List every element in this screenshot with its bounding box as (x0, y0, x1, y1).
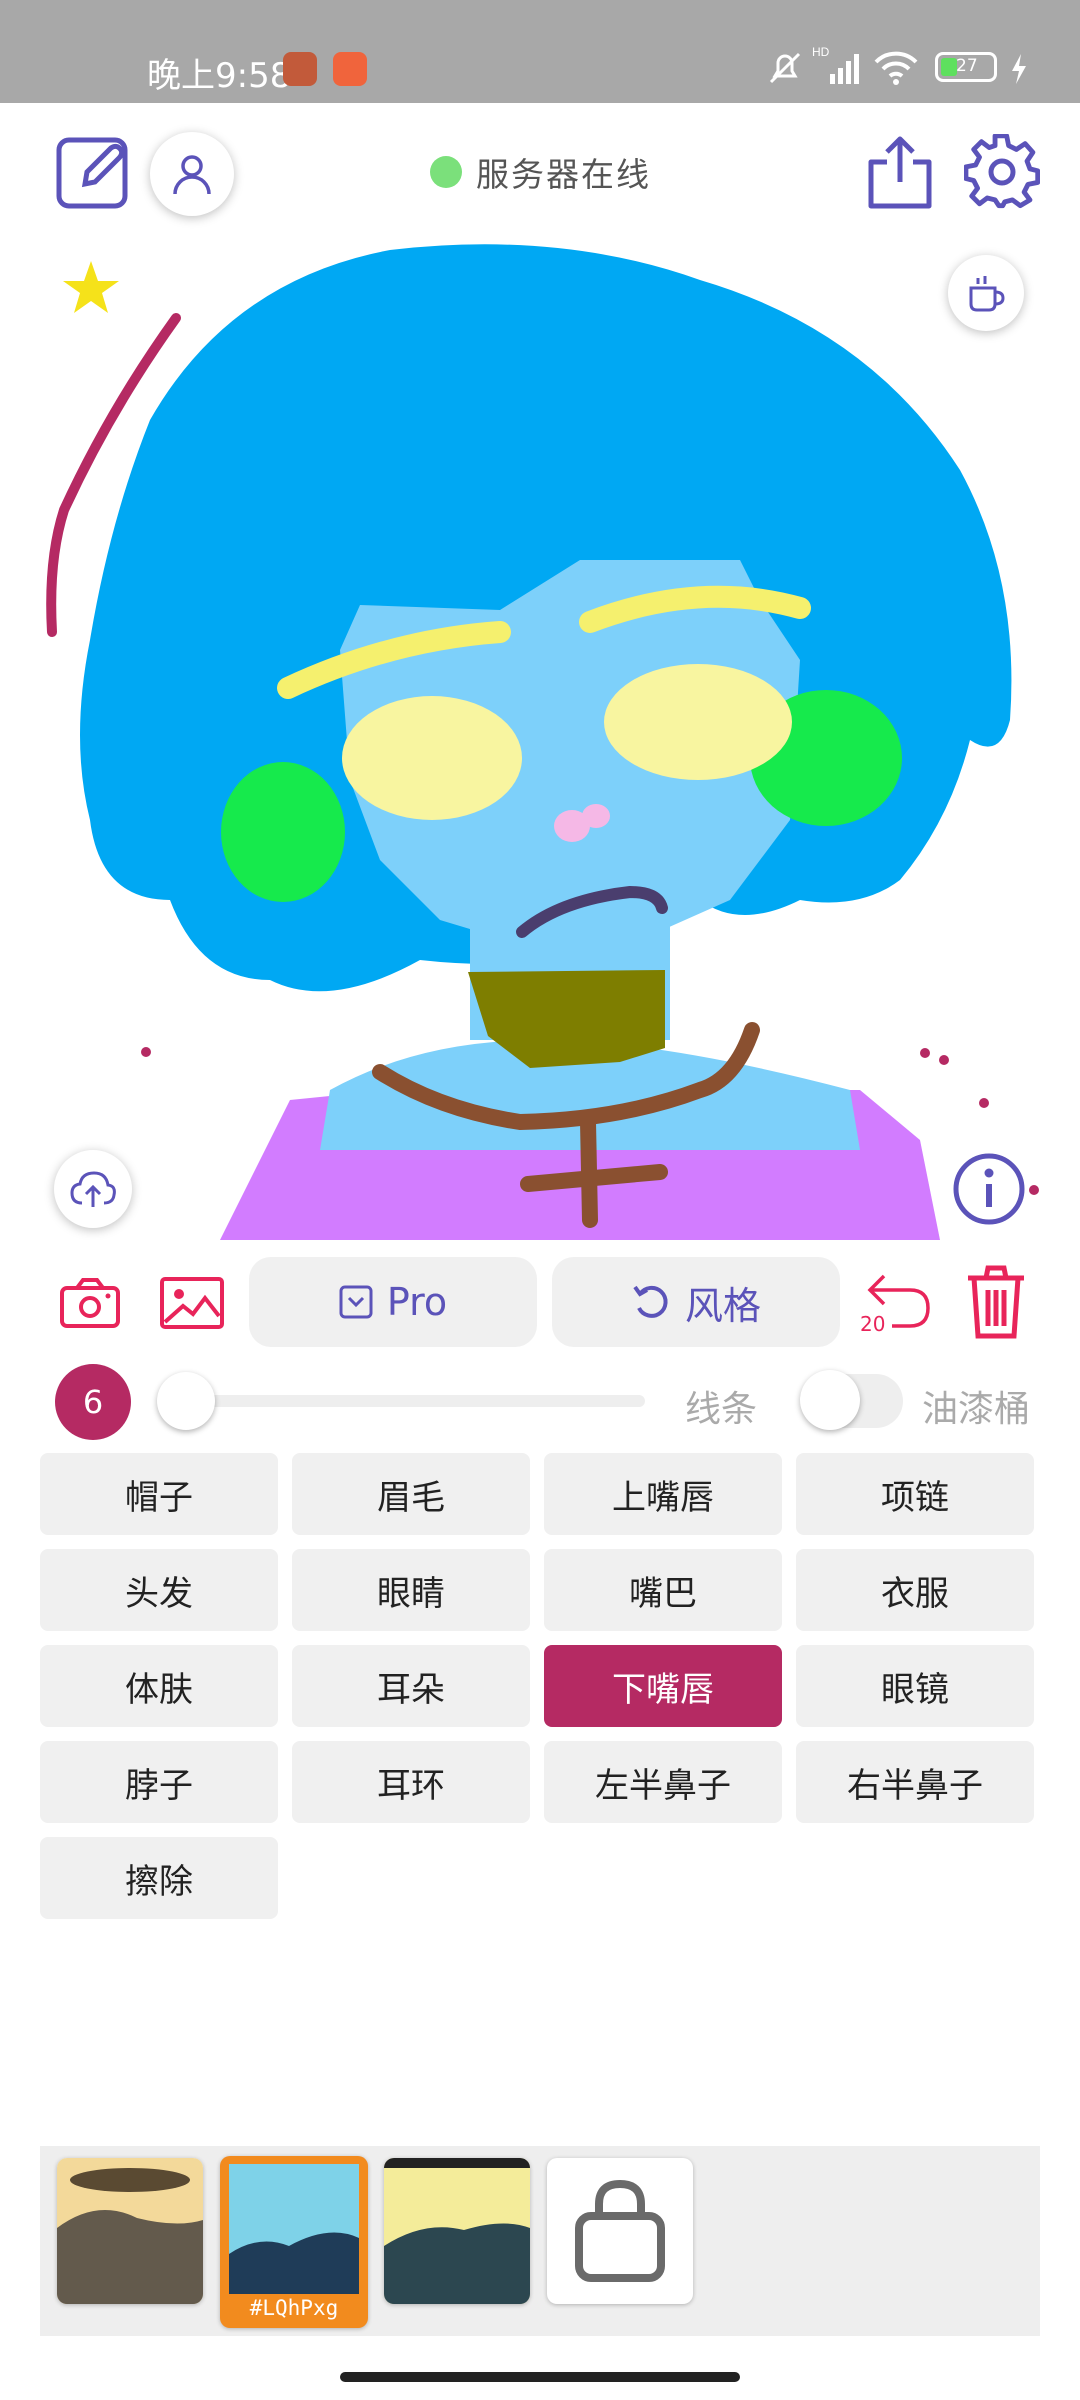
part-button[interactable]: 脖子 (40, 1741, 278, 1823)
style-thumbnail[interactable] (384, 2158, 530, 2304)
part-button[interactable]: 右半鼻子 (796, 1741, 1034, 1823)
part-button[interactable]: 上嘴唇 (544, 1453, 782, 1535)
part-button[interactable]: 左半鼻子 (544, 1741, 782, 1823)
wifi-icon (872, 48, 920, 90)
style-thumbnail-image (57, 2158, 203, 2304)
part-button[interactable]: 头发 (40, 1549, 278, 1631)
part-button-label: 头发 (125, 1573, 193, 1614)
part-button-label: 眼睛 (377, 1573, 445, 1614)
battery-level: 27 (956, 56, 978, 76)
part-button-label: 左半鼻子 (595, 1765, 731, 1806)
part-button-label: 脖子 (125, 1765, 193, 1806)
part-button-label: 耳环 (377, 1765, 445, 1806)
part-button-label: 眼镜 (881, 1669, 949, 1710)
info-button[interactable] (950, 1150, 1028, 1228)
style-shop-button[interactable] (547, 2158, 693, 2304)
part-button[interactable]: 耳朵 (292, 1645, 530, 1727)
part-button-label: 上嘴唇 (612, 1477, 714, 1518)
part-button[interactable]: 体肤 (40, 1645, 278, 1727)
part-button-label: 衣服 (881, 1573, 949, 1614)
status-time: 晚上9:58 (147, 56, 292, 96)
brush-size-slider-thumb[interactable] (157, 1372, 215, 1430)
server-status-dot (430, 156, 462, 188)
pro-toggle-button[interactable]: Pro (249, 1257, 537, 1347)
part-button[interactable]: 眼睛 (292, 1549, 530, 1631)
brush-size-slider[interactable] (165, 1395, 645, 1407)
style-code: #LQhPxg (249, 2296, 339, 2320)
part-button-label: 下嘴唇 (612, 1669, 714, 1710)
pro-label: Pro (386, 1280, 448, 1324)
part-button[interactable]: 帽子 (40, 1453, 278, 1535)
style-thumbnail-image (229, 2164, 359, 2294)
battery-icon: 27 (935, 52, 997, 82)
brush-size-value: 6 (82, 1383, 104, 1421)
checkbox-icon (339, 1285, 373, 1319)
paint-bucket-label: 油漆桶 (922, 1389, 1031, 1430)
part-button-label: 擦除 (125, 1861, 193, 1902)
gallery-button[interactable] (155, 1270, 229, 1336)
shop-notification-icon (333, 52, 367, 86)
undo-count: 20 (860, 1312, 886, 1336)
part-button-label: 眉毛 (377, 1477, 445, 1518)
part-button-label: 耳朵 (377, 1669, 445, 1710)
mute-icon (765, 48, 805, 92)
image-icon (160, 1277, 224, 1329)
part-button[interactable]: 衣服 (796, 1549, 1034, 1631)
brush-size-indicator: 6 (55, 1364, 131, 1440)
cloud-upload-icon (70, 1171, 116, 1207)
style-button[interactable]: 风格 (552, 1257, 840, 1347)
share-button[interactable] (860, 132, 940, 212)
part-button-label: 嘴巴 (629, 1573, 697, 1614)
camera-button[interactable] (55, 1270, 125, 1336)
coffee-cup-icon (969, 276, 1005, 312)
part-button-label: 右半鼻子 (847, 1765, 983, 1806)
network-type: HD (812, 45, 830, 59)
gear-icon (964, 134, 1040, 209)
part-button-label: 体肤 (125, 1669, 193, 1710)
drawing-canvas[interactable] (0, 230, 1080, 1240)
profile-button[interactable] (150, 132, 234, 216)
app-notification-icon (283, 52, 317, 86)
part-button[interactable]: 项链 (796, 1453, 1034, 1535)
home-indicator[interactable] (340, 2372, 740, 2382)
part-button-label: 帽子 (125, 1477, 193, 1518)
style-thumbnail[interactable] (57, 2158, 203, 2304)
style-thumbnail-selected[interactable]: #LQhPxg (220, 2156, 368, 2328)
part-button[interactable]: 眼镜 (796, 1645, 1034, 1727)
edit-button[interactable] (55, 132, 133, 210)
part-button[interactable]: 下嘴唇 (544, 1645, 782, 1727)
undo-button[interactable]: 20 (858, 1262, 934, 1342)
part-button[interactable]: 嘴巴 (544, 1549, 782, 1631)
style-thumbnail-image (384, 2158, 530, 2304)
delete-button[interactable] (960, 1262, 1032, 1342)
paint-bucket-toggle-thumb[interactable] (800, 1370, 860, 1430)
face-parts-grid: 帽子 眉毛 上嘴唇 项链头发 眼睛 嘴巴 衣服体肤 耳朵 下嘴唇 眼镜脖子 耳环 左半鼻子 右半鼻子擦除 (40, 1453, 1036, 1919)
user-icon (173, 155, 211, 195)
line-mode-label: 线条 (685, 1389, 758, 1430)
coffee-button[interactable] (948, 255, 1024, 331)
share-icon (868, 136, 932, 209)
info-icon (953, 1153, 1025, 1225)
signal-icon: HD (812, 44, 862, 92)
charging-icon (1010, 54, 1028, 88)
pencil-square-icon (56, 137, 128, 209)
user-drawing (46, 244, 1039, 1240)
part-button[interactable]: 耳环 (292, 1741, 530, 1823)
style-label: 风格 (684, 1283, 761, 1328)
trash-icon (968, 1265, 1024, 1339)
server-status-text: 服务器在线 (476, 155, 651, 194)
part-button[interactable]: 擦除 (40, 1837, 278, 1919)
upload-button[interactable] (54, 1150, 132, 1228)
part-button[interactable]: 眉毛 (292, 1453, 530, 1535)
shopping-bag-icon (575, 2179, 665, 2282)
server-status: 服务器在线 (430, 148, 651, 196)
camera-icon (60, 1278, 120, 1328)
rotate-icon (633, 1285, 668, 1318)
settings-button[interactable] (962, 132, 1042, 212)
part-button-label: 项链 (881, 1477, 949, 1518)
